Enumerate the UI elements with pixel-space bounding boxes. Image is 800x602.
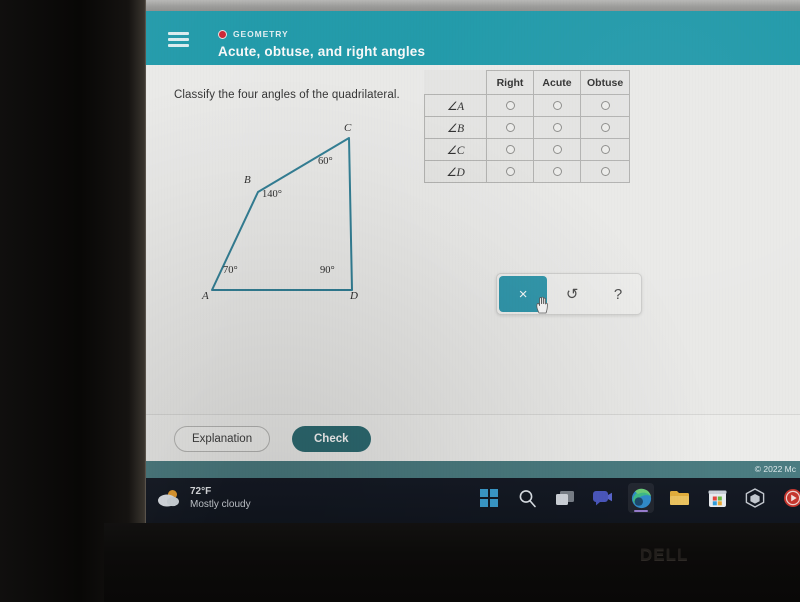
angle-value-a: 70° — [223, 265, 238, 276]
hamburger-icon[interactable] — [168, 32, 189, 47]
app-header: GEOMETRY Acute, obtuse, and right angles — [146, 11, 800, 65]
table-corner-header — [424, 70, 487, 95]
radio-button[interactable] — [505, 123, 515, 133]
quadrilateral-figure: A B C D 70° 140° 60° 90° — [194, 120, 394, 310]
radio-cell-a-obtuse[interactable] — [579, 94, 631, 117]
lesson-title: Acute, obtuse, and right angles — [218, 44, 426, 59]
edge-button[interactable] — [628, 483, 654, 513]
search-button[interactable] — [514, 483, 540, 513]
radio-button[interactable] — [505, 145, 515, 155]
browser-chrome-strip — [146, 0, 800, 11]
laptop-screen: GEOMETRY Acute, obtuse, and right angles… — [146, 0, 800, 523]
screen-bezel-left — [0, 0, 146, 602]
chat-video-icon — [593, 491, 612, 506]
radio-cell-b-acute[interactable] — [533, 116, 581, 139]
action-bar: Explanation Check — [146, 414, 800, 461]
laptop-photo: GEOMETRY Acute, obtuse, and right angles… — [0, 0, 800, 602]
search-icon — [519, 489, 536, 507]
radio-cell-c-acute[interactable] — [533, 138, 581, 161]
radio-button[interactable] — [552, 167, 562, 177]
screen-bezel-bottom — [104, 523, 800, 602]
cube-icon — [745, 488, 765, 508]
row-label-angle-b: ∠B — [424, 116, 487, 139]
help-button[interactable]: ? — [595, 274, 641, 314]
folder-icon — [669, 491, 689, 505]
exercise-content: Classify the four angles of the quadrila… — [146, 65, 800, 414]
3d-viewer-button[interactable] — [742, 483, 768, 513]
weather-text: 72°F Mostly cloudy — [190, 485, 251, 511]
angle-value-b: 140° — [262, 189, 282, 200]
media-player-button[interactable] — [780, 483, 800, 513]
subject-label: GEOMETRY — [233, 29, 289, 39]
check-button[interactable]: Check — [292, 426, 371, 452]
radio-button[interactable] — [505, 101, 515, 111]
radio-cell-a-acute[interactable] — [533, 94, 581, 117]
angle-value-c: 60° — [318, 156, 333, 167]
task-view-icon — [556, 490, 574, 505]
table-header-row: Right Acute Obtuse — [424, 70, 631, 95]
radio-cell-a-right[interactable] — [486, 94, 534, 117]
taskbar-tray — [476, 483, 800, 513]
chat-button[interactable] — [590, 483, 616, 513]
brand-logo: DELL — [640, 545, 689, 564]
vertex-label-c: C — [344, 122, 352, 134]
row-label-angle-c: ∠C — [424, 138, 487, 161]
mouse-cursor — [536, 296, 548, 314]
angle-value-d: 90° — [320, 265, 335, 276]
radio-button[interactable] — [552, 123, 562, 133]
radio-cell-b-right[interactable] — [486, 116, 534, 139]
radio-button[interactable] — [552, 145, 562, 155]
start-button[interactable] — [476, 483, 502, 513]
radio-cell-d-right[interactable] — [486, 160, 534, 183]
radio-button[interactable] — [552, 101, 562, 111]
radio-button[interactable] — [600, 101, 610, 111]
table-row: ∠A — [424, 94, 631, 117]
vertex-label-d: D — [350, 290, 358, 302]
answer-toolbar: × ↺ ? — [496, 273, 642, 315]
radio-cell-c-obtuse[interactable] — [579, 138, 631, 161]
vertex-label-b: B — [244, 174, 251, 186]
windows-taskbar: 72°F Mostly cloudy — [146, 478, 800, 523]
weather-widget[interactable]: 72°F Mostly cloudy — [156, 485, 251, 511]
windows-logo-icon — [480, 489, 498, 507]
microsoft-store-button[interactable] — [704, 483, 730, 513]
column-header-right: Right — [486, 70, 534, 95]
radio-cell-b-obtuse[interactable] — [579, 116, 631, 139]
file-explorer-button[interactable] — [666, 483, 692, 513]
table-row: ∠C — [424, 138, 631, 161]
vertex-label-a: A — [202, 290, 209, 302]
explanation-button[interactable]: Explanation — [174, 426, 271, 452]
task-view-button[interactable] — [552, 483, 578, 513]
copyright-text: © 2022 Mc — [754, 464, 796, 474]
radio-button[interactable] — [600, 145, 610, 155]
radio-button[interactable] — [600, 167, 610, 177]
subject-row: GEOMETRY — [218, 29, 289, 39]
radio-cell-d-obtuse[interactable] — [579, 160, 631, 183]
radio-button[interactable] — [600, 123, 610, 133]
column-header-acute: Acute — [533, 70, 581, 95]
column-header-obtuse: Obtuse — [579, 70, 631, 95]
table-row: ∠B — [424, 116, 631, 139]
app-footer: © 2022 Mc — [146, 461, 800, 478]
classification-table: Right Acute Obtuse ∠A ∠B ∠C ∠D — [424, 70, 631, 183]
row-label-angle-d: ∠D — [424, 160, 487, 183]
undo-button[interactable]: ↺ — [549, 274, 595, 314]
sun-cloud-icon — [158, 490, 179, 507]
quadrilateral-shape — [211, 137, 353, 291]
radio-button[interactable] — [505, 167, 515, 177]
weather-temperature: 72°F — [190, 486, 212, 497]
play-circle-icon — [784, 489, 800, 507]
weather-condition: Mostly cloudy — [190, 499, 251, 510]
row-label-angle-a: ∠A — [424, 94, 487, 117]
radio-cell-d-acute[interactable] — [533, 160, 581, 183]
radio-cell-c-right[interactable] — [486, 138, 534, 161]
store-icon — [708, 490, 726, 507]
edge-browser-icon — [631, 488, 651, 508]
record-dot-icon — [218, 29, 227, 39]
table-row: ∠D — [424, 160, 631, 183]
question-prompt: Classify the four angles of the quadrila… — [174, 89, 400, 101]
